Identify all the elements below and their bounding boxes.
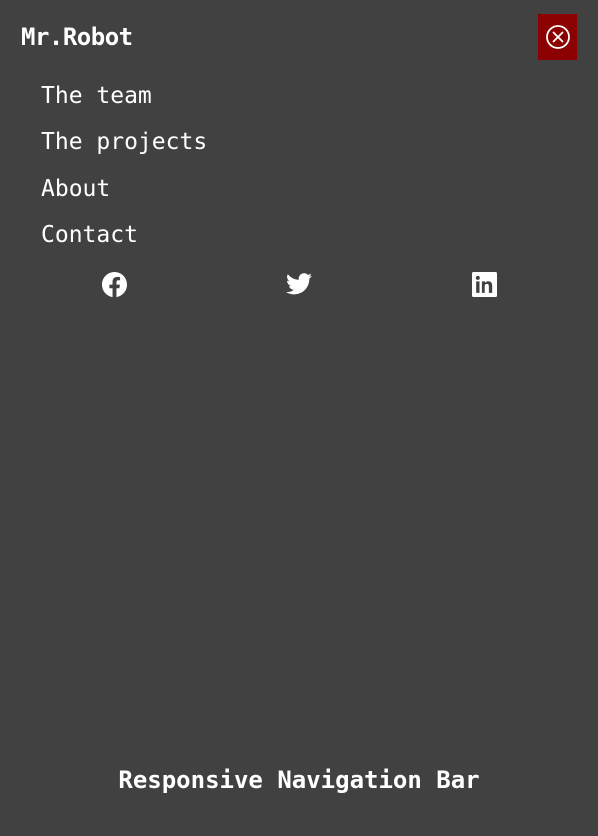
nav-link-projects[interactable]: The projects: [41, 127, 207, 157]
nav-link-about[interactable]: About: [41, 174, 110, 204]
linkedin-icon[interactable]: [471, 271, 497, 297]
nav-item-about: About: [41, 166, 207, 212]
twitter-icon[interactable]: [286, 271, 312, 297]
nav-link-contact[interactable]: Contact: [41, 220, 138, 250]
nav-menu: The team The projects About Contact: [41, 73, 207, 258]
page-title: Responsive Navigation Bar: [118, 766, 480, 794]
close-circle-icon: [545, 24, 571, 50]
close-menu-button[interactable]: [538, 14, 577, 60]
nav-item-contact: Contact: [41, 212, 207, 258]
nav-link-team[interactable]: The team: [41, 81, 152, 111]
nav-item-projects: The projects: [41, 119, 207, 165]
facebook-icon[interactable]: [101, 271, 127, 297]
mobile-nav-panel: Mr.Robot The team The projects About Con…: [0, 0, 598, 836]
nav-item-team: The team: [41, 73, 207, 119]
brand-logo[interactable]: Mr.Robot: [21, 22, 133, 52]
